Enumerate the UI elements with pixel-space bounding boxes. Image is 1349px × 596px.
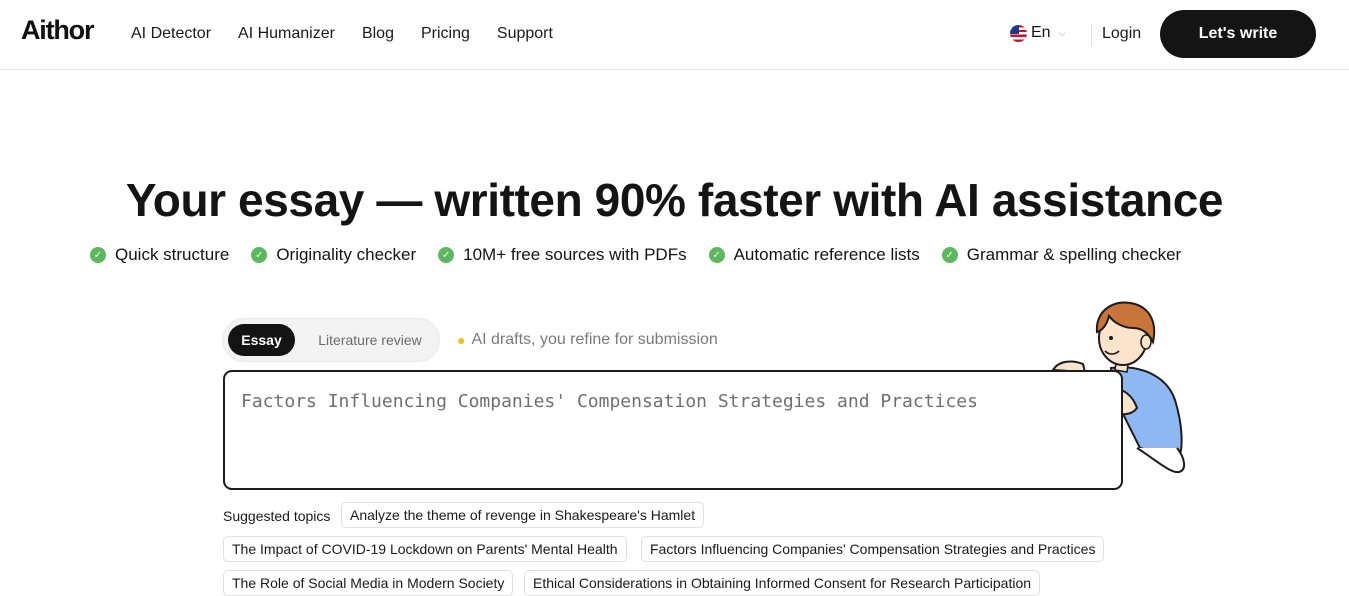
feature-label: Automatic reference lists <box>733 245 920 264</box>
nav-ai-humanizer[interactable]: AI Humanizer <box>238 25 335 43</box>
topic-chip[interactable]: Ethical Considerations in Obtaining Info… <box>524 570 1041 596</box>
nav-pricing[interactable]: Pricing <box>421 25 470 43</box>
feature-label: Originality checker <box>276 245 417 264</box>
feature-label: Grammar & spelling checker <box>966 245 1182 264</box>
nav-blog[interactable]: Blog <box>362 25 394 43</box>
hero-title: Your essay — written 90% faster with AI … <box>125 174 1224 226</box>
logo[interactable]: Aithor <box>21 15 95 46</box>
feature-item: ✓ Grammar & spelling checker <box>941 245 1182 265</box>
language-selector[interactable]: En ⌵ <box>1010 24 1065 42</box>
editor-hint: ● AI drafts, you refine for submission <box>457 331 718 349</box>
check-icon: ✓ <box>708 247 725 263</box>
mode-switch: Essay Literature review <box>222 318 440 362</box>
check-icon: ✓ <box>90 247 106 263</box>
topic-chip[interactable]: Analyze the theme of revenge in Shakespe… <box>341 502 705 528</box>
chevron-down-icon: ⌵ <box>1058 27 1066 38</box>
suggested-topics-label: Suggested topics <box>223 508 331 524</box>
topic-input[interactable] <box>241 391 1101 412</box>
feature-item: ✓ Automatic reference lists <box>708 245 920 265</box>
topic-chip[interactable]: Factors Influencing Companies' Compensat… <box>641 536 1105 562</box>
check-icon: ✓ <box>251 247 268 263</box>
lets-write-button[interactable]: Let's write <box>1160 10 1316 58</box>
topic-chip[interactable]: The Role of Social Media in Modern Socie… <box>223 570 514 596</box>
login-link[interactable]: Login <box>1102 25 1141 43</box>
feature-item: ✓ 10M+ free sources with PDFs <box>438 245 687 265</box>
feature-label: Quick structure <box>115 245 230 264</box>
lightbulb-icon: ● <box>457 332 466 348</box>
us-flag-icon <box>1010 24 1027 42</box>
feature-list: ✓ Quick structure ✓ Originality checker … <box>90 245 1181 265</box>
tab-essay[interactable]: Essay <box>228 324 295 356</box>
language-label: En <box>1031 24 1051 41</box>
header-divider <box>1091 24 1092 46</box>
check-icon: ✓ <box>941 247 958 263</box>
nav-ai-detector[interactable]: AI Detector <box>131 25 211 43</box>
topic-chip[interactable]: The Impact of COVID-19 Lockdown on Paren… <box>223 536 627 562</box>
main-nav: AI Detector AI Humanizer Blog Pricing Su… <box>131 25 553 43</box>
nav-support[interactable]: Support <box>497 25 553 43</box>
hint-text: AI drafts, you refine for submission <box>471 331 718 348</box>
feature-item: ✓ Quick structure <box>90 245 229 265</box>
feature-label: 10M+ free sources with PDFs <box>463 245 687 264</box>
check-icon: ✓ <box>438 247 455 263</box>
feature-item: ✓ Originality checker <box>251 245 416 265</box>
tab-literature-review[interactable]: Literature review <box>306 324 434 356</box>
site-header: Aithor AI Detector AI Humanizer Blog Pri… <box>0 0 1349 70</box>
topic-box <box>223 370 1123 490</box>
